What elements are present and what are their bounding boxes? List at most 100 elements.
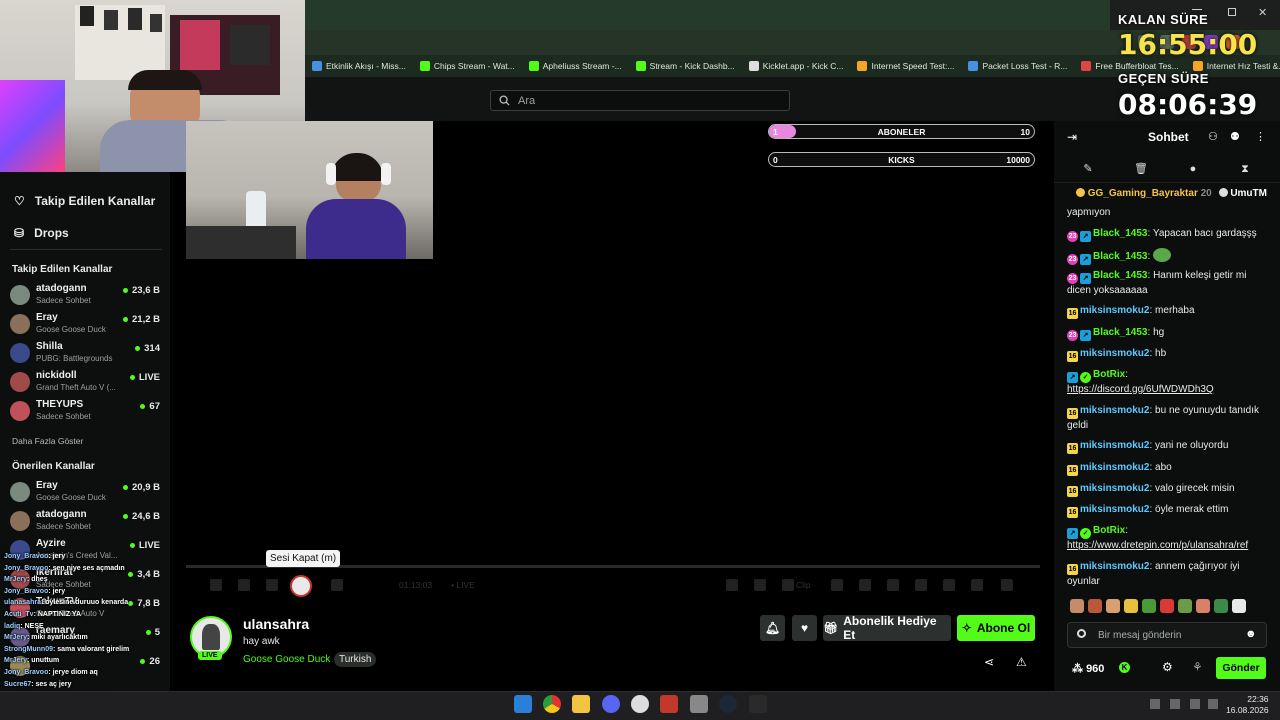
subscribe-button[interactable]: ✧ Abone Ol bbox=[957, 615, 1035, 641]
chat-text[interactable]: https://discord.gg/6UfWDWDh3Q bbox=[1067, 383, 1267, 397]
quality-icon[interactable] bbox=[971, 579, 983, 591]
chat-username[interactable]: miksinsmoku2 bbox=[1080, 305, 1149, 316]
bookmark-item[interactable]: Stream - Kick Dashb... bbox=[629, 61, 742, 71]
chat-username[interactable]: Black_1453 bbox=[1093, 327, 1148, 338]
pip-icon[interactable] bbox=[831, 579, 843, 591]
emote-icon[interactable] bbox=[1160, 599, 1174, 613]
channel-item[interactable]: atadogann Sadece Sohbet 24,6 B bbox=[10, 509, 160, 537]
emote-icon[interactable] bbox=[1124, 599, 1138, 613]
chat-username[interactable]: Black_1453 bbox=[1093, 270, 1148, 281]
stream-category[interactable]: Goose Goose Duck bbox=[243, 654, 330, 665]
emote-icon[interactable] bbox=[1178, 599, 1192, 613]
rewind-icon[interactable] bbox=[210, 579, 222, 591]
channel-item[interactable]: nickidoll Grand Theft Auto V (... LIVE bbox=[10, 370, 160, 398]
pause-icon[interactable] bbox=[238, 579, 250, 591]
stream-tag[interactable]: Turkish bbox=[334, 652, 377, 667]
pinned-user-2[interactable]: UmuTM bbox=[1230, 188, 1267, 199]
emote-icon[interactable] bbox=[1196, 599, 1210, 613]
bookmark-item[interactable]: Packet Loss Test - R... bbox=[961, 61, 1074, 71]
discord-icon[interactable] bbox=[602, 695, 620, 713]
chromecast-icon[interactable] bbox=[943, 579, 955, 591]
chat-message-input[interactable]: Bir mesaj gönderin bbox=[1067, 622, 1267, 648]
chrome-icon[interactable] bbox=[543, 695, 561, 713]
app-icon[interactable] bbox=[660, 695, 678, 713]
obs-icon[interactable] bbox=[631, 695, 649, 713]
chat-username[interactable]: miksinsmoku2 bbox=[1080, 348, 1149, 359]
chat-mod-icon[interactable]: ⚉ bbox=[1230, 130, 1240, 143]
chat-username[interactable]: Black_1453 bbox=[1093, 228, 1148, 239]
chat-users-icon[interactable]: ⚇ bbox=[1208, 130, 1218, 143]
send-button[interactable]: Gönder bbox=[1216, 657, 1266, 679]
settings-icon[interactable] bbox=[1001, 579, 1013, 591]
tray-chevron-icon[interactable] bbox=[1150, 699, 1160, 709]
volume-slider[interactable] bbox=[331, 579, 343, 591]
taskbar-clock[interactable]: 22:36 16.08.2026 bbox=[1226, 694, 1269, 716]
emote-icon[interactable] bbox=[1142, 599, 1156, 613]
search-input[interactable]: Ara bbox=[490, 90, 790, 111]
report-icon[interactable]: ⚠ bbox=[1016, 655, 1027, 669]
gear-icon[interactable]: ⚙ bbox=[1162, 660, 1173, 674]
emoji-icon[interactable]: ☻ bbox=[1245, 628, 1257, 640]
channel-item[interactable]: Ayzire Assassin's Creed Val... LIVE bbox=[10, 538, 160, 566]
channel-item[interactable]: Eray Goose Goose Duck 21,2 B bbox=[10, 312, 160, 340]
app-icon[interactable] bbox=[690, 695, 708, 713]
chat-bot-icon[interactable]: ⚘ bbox=[1192, 660, 1203, 674]
start-icon[interactable] bbox=[514, 695, 532, 713]
chat-username[interactable]: miksinsmoku2 bbox=[1080, 561, 1149, 572]
chat-username[interactable]: miksinsmoku2 bbox=[1080, 462, 1149, 473]
hourglass-icon[interactable]: ⧗ bbox=[1239, 163, 1251, 175]
streamer-name[interactable]: ulansahra bbox=[243, 616, 309, 632]
channel-item[interactable]: THEYUPS Sadece Sohbet 67 bbox=[10, 399, 160, 427]
trash-icon[interactable]: 🗑 bbox=[1134, 163, 1148, 175]
steam-icon[interactable] bbox=[719, 695, 737, 713]
network-icon[interactable] bbox=[1190, 699, 1200, 709]
notification-button[interactable]: 🔔︎ bbox=[760, 615, 785, 641]
microphone-icon[interactable] bbox=[1170, 699, 1180, 709]
bookmark-item[interactable]: Kicklet.app - Kick C... bbox=[742, 61, 851, 71]
chat-text[interactable]: https://www.dretepin.com/p/ulansahra/ref bbox=[1067, 539, 1267, 553]
forward-icon[interactable] bbox=[266, 579, 278, 591]
gift-subscription-button[interactable]: 🎁︎ Abonelik Hediye Et bbox=[823, 614, 951, 642]
bookmark-item[interactable]: Apheliuss Stream -... bbox=[522, 61, 629, 71]
kick-logo-icon[interactable]: K bbox=[1119, 662, 1130, 673]
volume-tray-icon[interactable] bbox=[1208, 699, 1218, 709]
crop-icon[interactable] bbox=[887, 579, 899, 591]
nav-drops[interactable]: ⛁ Drops bbox=[14, 226, 69, 240]
emote-icon[interactable] bbox=[1232, 599, 1246, 613]
camera-icon[interactable] bbox=[726, 579, 738, 591]
chat-identity-icon[interactable] bbox=[1077, 629, 1086, 638]
theatre-icon[interactable] bbox=[754, 579, 766, 591]
chat-username[interactable]: Black_1453 bbox=[1093, 251, 1148, 262]
chat-username[interactable]: BotRix bbox=[1093, 525, 1125, 536]
show-more-link[interactable]: Daha Fazla Göster bbox=[12, 436, 83, 446]
chat-username[interactable]: BotRix bbox=[1093, 369, 1125, 380]
clip-icon[interactable] bbox=[782, 579, 794, 591]
chat-username[interactable]: miksinsmoku2 bbox=[1080, 440, 1149, 451]
bookmark-item[interactable]: Chips Stream - Wat... bbox=[413, 61, 522, 71]
bookmark-item[interactable]: Internet Speed Test:... bbox=[850, 61, 961, 71]
message-icon[interactable]: ● bbox=[1187, 163, 1199, 175]
emote-icon[interactable] bbox=[1214, 599, 1228, 613]
screenshot-icon[interactable] bbox=[915, 579, 927, 591]
collapse-chat-icon[interactable]: ⇥ bbox=[1067, 130, 1077, 144]
fullscreen-icon[interactable] bbox=[859, 579, 871, 591]
chat-username[interactable]: miksinsmoku2 bbox=[1080, 504, 1149, 515]
channel-item[interactable]: atadogann Sadece Sohbet 23,6 B bbox=[10, 283, 160, 311]
share-icon[interactable]: ⋖ bbox=[984, 655, 994, 669]
channel-item[interactable]: Eray Goose Goose Duck 20,9 B bbox=[10, 480, 160, 508]
nav-followed-channels[interactable]: ♡ Takip Edilen Kanallar bbox=[14, 194, 155, 208]
emote-icon[interactable] bbox=[1088, 599, 1102, 613]
bookmark-item[interactable]: Etkinlik Akışı - Miss... bbox=[305, 61, 413, 71]
emote-icon[interactable] bbox=[1070, 599, 1084, 613]
chat-username[interactable]: miksinsmoku2 bbox=[1080, 483, 1149, 494]
pin-icon[interactable]: ✎ bbox=[1082, 163, 1094, 175]
follow-button[interactable]: ♥ bbox=[792, 615, 817, 641]
channel-item[interactable]: Shilla PUBG: Battlegrounds 314 bbox=[10, 341, 160, 369]
chat-settings-icon[interactable]: ⋮ bbox=[1255, 130, 1266, 143]
emote-icon[interactable] bbox=[1106, 599, 1120, 613]
pinned-user[interactable]: GG_Gaming_Bayraktar bbox=[1088, 188, 1198, 199]
channel-points[interactable]: ⁂ 960 bbox=[1072, 662, 1104, 675]
file-explorer-icon[interactable] bbox=[572, 695, 590, 713]
chat-username[interactable]: miksinsmoku2 bbox=[1080, 405, 1149, 416]
epic-games-icon[interactable] bbox=[749, 695, 767, 713]
